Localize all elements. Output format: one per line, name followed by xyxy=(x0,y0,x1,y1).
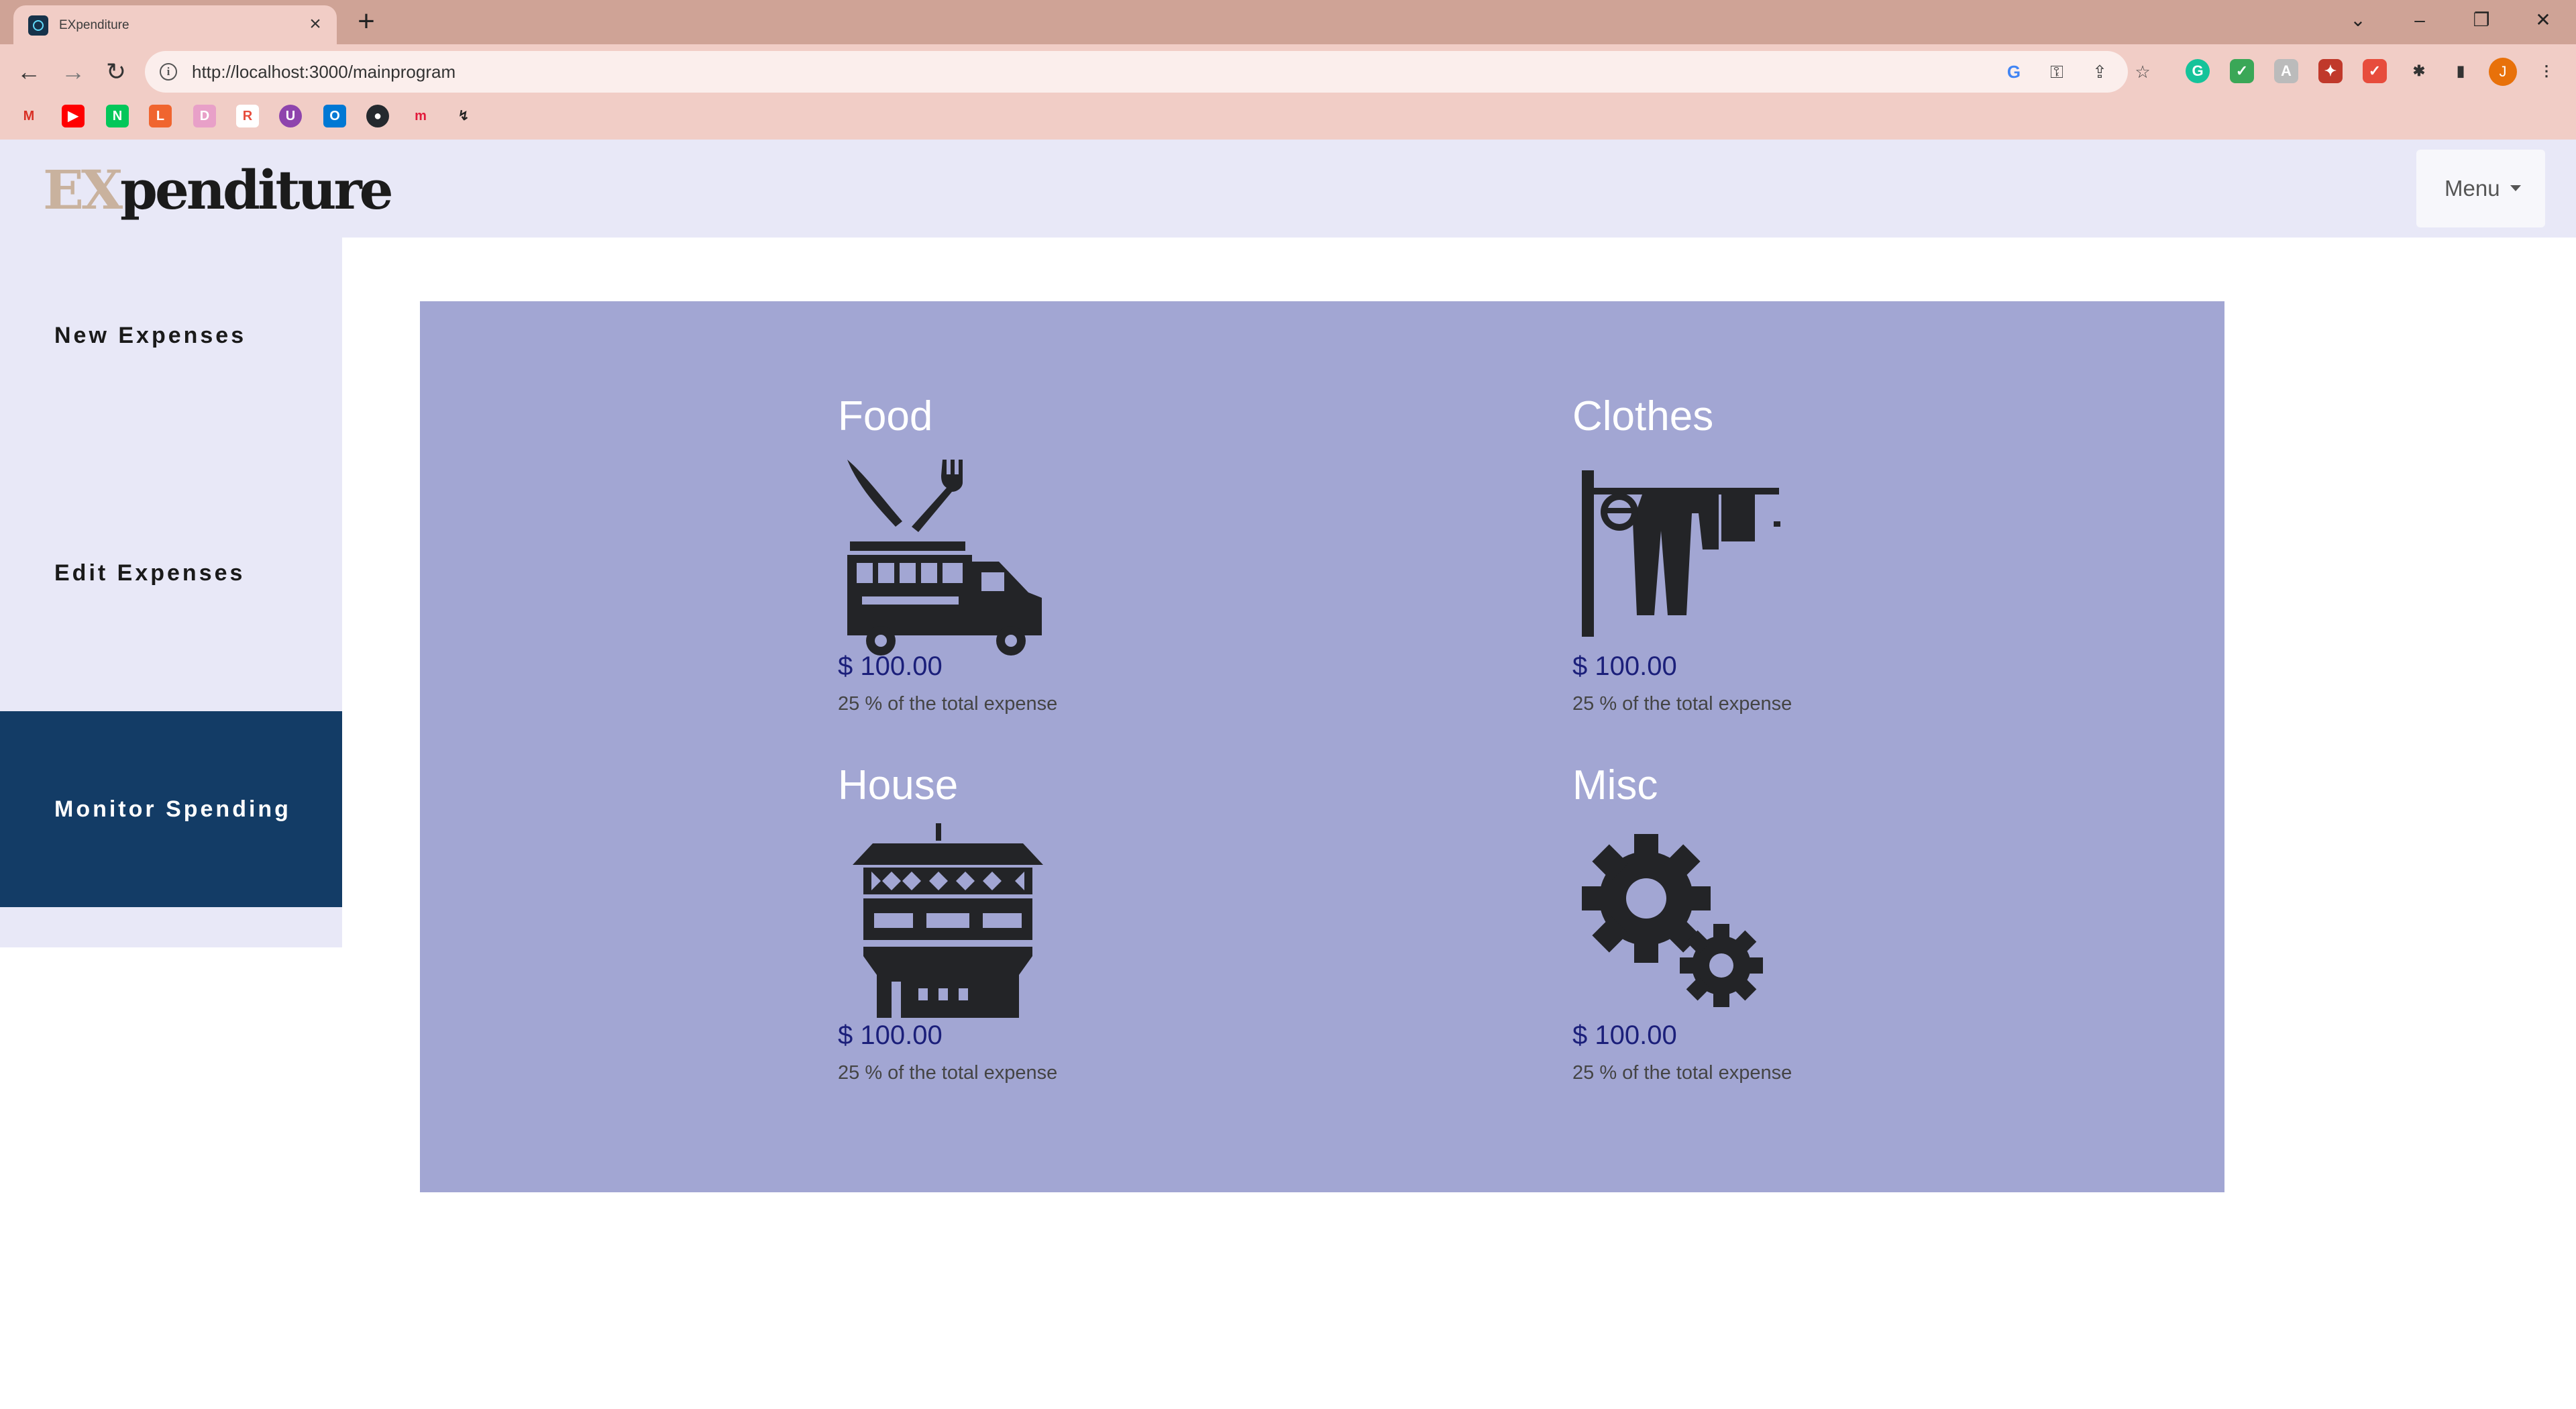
new-tab-button[interactable]: + xyxy=(353,7,380,36)
shield-extension-icon[interactable]: ✓ xyxy=(2230,59,2254,83)
sidebar: New Expenses Edit Expenses Monitor Spend… xyxy=(0,238,342,947)
category-percent: 25 % of the total expense xyxy=(838,693,1058,715)
category-card-food: Food $ 100.00 25 % of the total expense xyxy=(838,393,1442,755)
bookmark-icon[interactable]: ↯ xyxy=(452,105,475,127)
category-title: House xyxy=(838,762,959,808)
category-title: Misc xyxy=(1572,762,1658,808)
bookmark-icon[interactable]: D xyxy=(193,105,216,127)
sidebar-item-edit-expenses[interactable]: Edit Expenses xyxy=(0,433,342,711)
react-favicon-icon xyxy=(28,15,48,36)
profile-avatar[interactable]: J xyxy=(2489,58,2517,86)
category-card-house: House $ 100.00 25 % of the total expense xyxy=(838,762,1442,1124)
outlook-bookmark-icon[interactable]: O xyxy=(323,105,346,127)
sidebar-item-label: New Expenses xyxy=(54,323,247,348)
house-icon xyxy=(853,823,1043,1018)
category-card-clothes: Clothes $ 100.00 25 % of the total expen… xyxy=(1572,393,2176,755)
browser-tab[interactable]: EXpenditure × xyxy=(13,5,337,44)
url-text[interactable]: http://localhost:3000/mainprogram xyxy=(192,62,455,83)
bookmark-icon[interactable]: U xyxy=(279,105,302,127)
key-icon[interactable]: ⚿ xyxy=(2045,60,2069,84)
food-truck-icon xyxy=(847,460,1042,656)
site-info-icon[interactable]: i xyxy=(160,63,177,81)
category-title: Food xyxy=(838,393,933,439)
category-percent: 25 % of the total expense xyxy=(1572,693,1792,715)
forward-arrow-icon[interactable]: → xyxy=(56,55,90,89)
address-bar[interactable]: i http://localhost:3000/mainprogram G ⚿ … xyxy=(145,51,2151,93)
menu-label: Menu xyxy=(2445,176,2500,201)
youtube-bookmark-icon[interactable]: ▶ xyxy=(62,105,85,127)
tab-close-icon[interactable]: × xyxy=(303,12,327,36)
pocket-extension-icon[interactable]: ✓ xyxy=(2363,59,2387,83)
menu-dropdown-button[interactable]: Menu xyxy=(2416,150,2545,227)
bookmark-icon[interactable]: m xyxy=(409,105,432,127)
close-window-button[interactable]: ✕ xyxy=(2526,5,2560,35)
category-percent: 25 % of the total expense xyxy=(838,1062,1058,1084)
category-amount: $ 100.00 xyxy=(1572,651,1677,681)
share-icon[interactable]: ⇪ xyxy=(2088,60,2112,84)
github-bookmark-icon[interactable]: ● xyxy=(366,105,389,127)
reload-icon[interactable]: ↻ xyxy=(99,55,133,89)
puzzle-extensions-icon[interactable]: ✱ xyxy=(2407,59,2431,83)
kebab-menu-icon[interactable]: ⋮ xyxy=(2534,59,2559,83)
sidebar-item-new-expenses[interactable]: New Expenses xyxy=(0,238,342,433)
extension-icon[interactable]: A xyxy=(2274,59,2298,83)
bookmark-icon[interactable]: L xyxy=(149,105,172,127)
gears-icon xyxy=(1582,834,1763,1007)
minimize-button[interactable]: – xyxy=(2403,5,2436,35)
spending-panel: Food $ 100.00 25 % of the total expense … xyxy=(420,301,2224,1192)
brand-logo[interactable]: EXpenditure xyxy=(43,158,394,221)
side-panel-icon[interactable]: ▮ xyxy=(2449,59,2473,83)
category-amount: $ 100.00 xyxy=(1572,1021,1677,1050)
sidebar-item-monitor-spending[interactable]: Monitor Spending xyxy=(0,711,342,907)
grammarly-extension-icon[interactable]: G xyxy=(2186,59,2210,83)
category-amount: $ 100.00 xyxy=(838,1021,943,1050)
clothesline-icon xyxy=(1582,470,1780,637)
back-arrow-icon[interactable]: ← xyxy=(12,55,46,89)
bookmark-star-icon[interactable]: ☆ xyxy=(2131,60,2155,84)
sidebar-item-label: Monitor Spending xyxy=(54,796,291,822)
caret-down-icon xyxy=(2510,185,2521,191)
restore-button[interactable]: ❐ xyxy=(2465,5,2498,35)
category-amount: $ 100.00 xyxy=(838,651,943,681)
browser-toolbar: ← → ↻ i http://localhost:3000/mainprogra… xyxy=(0,44,2576,140)
extension-icon[interactable]: ✦ xyxy=(2318,59,2343,83)
browser-tabstrip: EXpenditure × + ⌄ – ❐ ✕ xyxy=(0,0,2576,44)
category-card-misc: Misc $ 100.00 25 % of the total expense xyxy=(1572,762,2176,1124)
naver-bookmark-icon[interactable]: N xyxy=(106,105,129,127)
tab-search-icon[interactable]: ⌄ xyxy=(2341,5,2375,35)
bookmark-icon[interactable]: R xyxy=(236,105,259,127)
gmail-bookmark-icon[interactable]: M xyxy=(17,105,40,127)
tab-title: EXpenditure xyxy=(59,18,129,32)
sidebar-item-label: Edit Expenses xyxy=(54,560,246,586)
category-percent: 25 % of the total expense xyxy=(1572,1062,1792,1084)
category-title: Clothes xyxy=(1572,393,1714,439)
google-icon[interactable]: G xyxy=(2002,60,2026,84)
app-header: EXpenditure Menu xyxy=(0,140,2576,238)
